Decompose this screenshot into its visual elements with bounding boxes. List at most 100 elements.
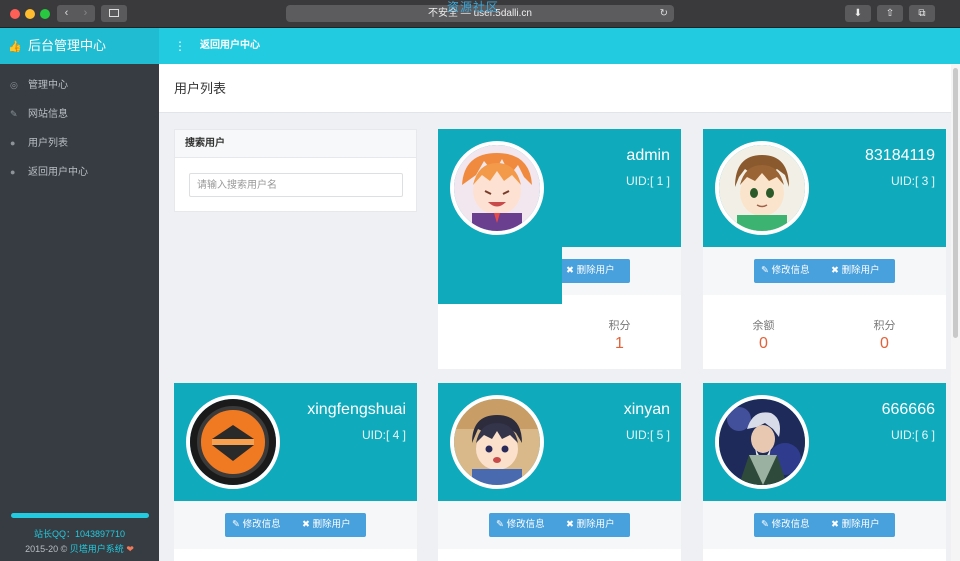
back-to-user-center-link[interactable]: 返回用户中心 xyxy=(200,28,260,64)
avatar xyxy=(450,141,544,235)
close-icon: ✖ xyxy=(566,265,577,276)
username: xingfengshuai xyxy=(307,401,406,418)
sidebar-item-site-info[interactable]: ✎ 网站信息 xyxy=(0,100,159,129)
share-icon: ⇧ xyxy=(885,8,895,19)
user-id: UID:[ 1 ] xyxy=(625,174,670,188)
scrollbar-thumb[interactable] xyxy=(953,68,958,338)
delete-user-label: 删除用户 xyxy=(576,519,615,530)
back-button[interactable]: ‹ xyxy=(57,5,76,22)
sidebar-icon xyxy=(109,9,119,17)
zoom-window-button[interactable] xyxy=(40,9,50,19)
app-topbar: 👍 后台管理中心 ⋮ 返回用户中心 xyxy=(0,28,960,64)
tabs-button[interactable]: ⧉ xyxy=(909,5,935,22)
delete-user-button[interactable]: ✖ 删除用户 xyxy=(302,513,351,537)
edit-user-button[interactable]: ✎ 修改信息 xyxy=(496,513,545,537)
user-card: admin UID:[ 1 ] ✎ 修改信息 ✖ 删除用户 积分 1 xyxy=(438,129,681,369)
action-buttons: ✎ 修改信息 ✖ 删除用户 xyxy=(754,513,895,537)
avatar xyxy=(715,141,809,235)
user-card: xinyan UID:[ 5 ] ✎ 修改信息 ✖ 删除用户 xyxy=(438,383,681,561)
edit-user-button[interactable]: ✎ 修改信息 xyxy=(761,513,810,537)
action-buttons: ✎ 修改信息 ✖ 删除用户 xyxy=(225,513,366,537)
admin-qq: 站长QQ：1043897710 xyxy=(33,529,126,539)
stat-label: 积分 xyxy=(608,320,631,332)
delete-user-label: 删除用户 xyxy=(841,265,880,276)
username: 83184119 xyxy=(865,147,935,164)
stat-points: 积分 1 xyxy=(559,317,680,353)
pencil-icon: ✎ xyxy=(761,519,772,530)
downloads-button[interactable]: ⬇ xyxy=(845,5,871,22)
avatar xyxy=(715,395,809,489)
brand-title: 后台管理中心 xyxy=(28,38,107,53)
username: 666666 xyxy=(881,401,935,418)
stat-value: 1 xyxy=(615,335,624,352)
sidebar-item-label: 返回用户中心 xyxy=(28,167,88,178)
user-card-actions: ✎ 修改信息 ✖ 删除用户 xyxy=(438,501,681,549)
close-window-button[interactable] xyxy=(10,9,20,19)
browser-toolbar: ‹ › 不安全 — user.5dalli.cn ↻ 资源社区 ⬇ ⇧ ⧉ xyxy=(0,0,960,28)
stat-value: 0 xyxy=(759,335,768,352)
pencil-icon: ✎ xyxy=(10,109,18,119)
system-link[interactable]: 贝塔用户系统 xyxy=(70,544,124,554)
edit-user-button[interactable]: ✎ 修改信息 xyxy=(232,513,281,537)
delete-user-label: 删除用户 xyxy=(576,265,615,276)
close-icon: ✖ xyxy=(831,265,842,276)
delete-user-button[interactable]: ✖ 删除用户 xyxy=(566,513,615,537)
search-panel-title: 搜索用户 xyxy=(175,130,416,158)
sidebar-item-label: 网站信息 xyxy=(28,109,68,120)
share-button[interactable]: ⇧ xyxy=(877,5,903,22)
stat-balance: 余额 0 xyxy=(703,317,824,353)
page-scrollbar[interactable] xyxy=(951,64,960,561)
search-panel: 搜索用户 xyxy=(174,129,417,212)
sidebar-item-back-user-center[interactable]: ● 返回用户中心 xyxy=(0,158,159,187)
delete-user-button[interactable]: ✖ 删除用户 xyxy=(831,259,880,283)
download-icon: ⬇ xyxy=(853,8,863,19)
delete-user-label: 删除用户 xyxy=(312,519,351,530)
delete-user-button[interactable]: ✖ 删除用户 xyxy=(831,513,880,537)
sidebar-accent-bar xyxy=(11,513,149,518)
edit-user-button[interactable]: ✎ 修改信息 xyxy=(761,259,810,283)
close-icon: ✖ xyxy=(566,519,577,530)
action-buttons: ✎ 修改信息 ✖ 删除用户 xyxy=(489,513,630,537)
forward-button[interactable]: › xyxy=(76,5,95,22)
user-id: UID:[ 6 ] xyxy=(890,428,935,442)
user-card-actions: ✎ 修改信息 ✖ 删除用户 xyxy=(174,501,417,549)
pencil-icon: ✎ xyxy=(761,265,772,276)
thumbs-up-icon: 👍 xyxy=(8,41,22,53)
more-vertical-icon[interactable]: ⋮ xyxy=(174,28,186,64)
stat-points: 积分 0 xyxy=(824,317,945,353)
user-card-actions: ✎ 修改信息 ✖ 删除用户 xyxy=(703,501,946,549)
gauge-icon: ◎ xyxy=(10,80,18,90)
user-id: UID:[ 4 ] xyxy=(361,428,406,442)
delete-user-label: 删除用户 xyxy=(841,519,880,530)
user-stats: 余额 0 积分 0 xyxy=(703,295,946,369)
page-title: 用户列表 xyxy=(174,81,227,96)
user-card-header: admin UID:[ 1 ] xyxy=(438,129,681,247)
sidebar-toggle-button[interactable] xyxy=(101,5,127,22)
user-card: 666666 UID:[ 6 ] ✎ 修改信息 ✖ 删除用户 xyxy=(703,383,946,561)
copyright-prefix: 2015-20 © xyxy=(25,544,70,554)
render-artifact xyxy=(438,247,562,304)
user-card-header: 666666 UID:[ 6 ] xyxy=(703,383,946,501)
chevron-left-icon: ‹ xyxy=(64,7,69,19)
user-card-actions: ✎ 修改信息 ✖ 删除用户 xyxy=(703,247,946,295)
user-card-header: xingfengshuai UID:[ 4 ] xyxy=(174,383,417,501)
sidebar-item-user-list[interactable]: ● 用户列表 xyxy=(0,129,159,158)
copyright: 2015-20 © 贝塔用户系统 ❤ xyxy=(0,542,159,555)
edit-user-label: 修改信息 xyxy=(242,519,281,530)
user-icon: ● xyxy=(10,138,16,148)
page-header: 用户列表 xyxy=(159,64,960,113)
sidebar-item-label: 管理中心 xyxy=(28,80,68,91)
brand[interactable]: 👍 后台管理中心 xyxy=(0,28,159,64)
sidebar: ◎ 管理中心 ✎ 网站信息 ● 用户列表 ● 返回用户中心 站长QQ：104389771… xyxy=(0,64,159,561)
tabs-icon: ⧉ xyxy=(918,8,926,19)
user-id: UID:[ 5 ] xyxy=(625,428,670,442)
avatar xyxy=(450,395,544,489)
pencil-icon: ✎ xyxy=(496,519,507,530)
delete-user-button[interactable]: ✖ 删除用户 xyxy=(566,259,615,283)
search-input[interactable] xyxy=(189,173,403,197)
minimize-window-button[interactable] xyxy=(25,9,35,19)
reload-icon[interactable]: ↻ xyxy=(660,5,668,22)
sidebar-item-dashboard[interactable]: ◎ 管理中心 xyxy=(0,71,159,100)
avatar xyxy=(186,395,280,489)
user-id: UID:[ 3 ] xyxy=(890,174,935,188)
